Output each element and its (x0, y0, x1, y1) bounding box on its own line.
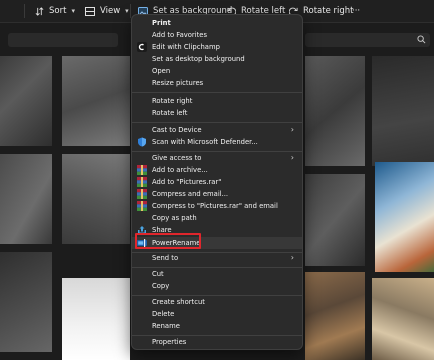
menu-separator (132, 122, 302, 123)
menu-item-rotate-right[interactable]: Rotate right (132, 95, 302, 107)
thumbnail[interactable] (375, 162, 434, 272)
menu-item-delete[interactable]: Delete (132, 308, 302, 320)
search-icon (417, 35, 426, 44)
menu-item-label: Rotate right (152, 97, 193, 105)
search-box[interactable] (305, 33, 430, 47)
toolbar-divider (130, 4, 131, 18)
clipchamp-icon (137, 42, 147, 52)
thumbnail[interactable] (305, 174, 365, 266)
thumbnail[interactable] (0, 56, 52, 146)
winrar-icon (137, 189, 147, 199)
menu-item-edit-with-clipchamp[interactable]: Edit with Clipchamp (132, 41, 302, 53)
more-options-button[interactable]: ··· (352, 0, 360, 22)
thumbnail[interactable] (62, 56, 130, 146)
menu-item-label: Print (152, 19, 171, 27)
view-label: View (100, 6, 121, 16)
rotate-right-label: Rotate right (303, 6, 354, 16)
chevron-right-icon: › (290, 125, 294, 134)
menu-item-open[interactable]: Open (132, 65, 302, 77)
menu-item-label: Cast to Device (152, 126, 202, 134)
view-button[interactable]: View ▾ (85, 0, 129, 22)
thumbnail[interactable] (0, 154, 52, 244)
menu-item-add-to-pictures-rar[interactable]: Add to "Pictures.rar" (132, 176, 302, 188)
defender-shield-icon (138, 137, 146, 147)
menu-item-set-as-desktop-background[interactable]: Set as desktop background (132, 53, 302, 65)
menu-item-label: Copy (152, 282, 170, 290)
menu-item-print[interactable]: Print (132, 17, 302, 29)
view-icon (85, 6, 95, 16)
thumbnail[interactable] (62, 154, 130, 244)
menu-item-rename[interactable]: Rename (132, 320, 302, 332)
chevron-down-icon: ▾ (125, 7, 129, 15)
menu-item-label: Rename (152, 322, 180, 330)
menu-item-label: Open (152, 67, 171, 75)
menu-item-label: Set as desktop background (152, 55, 245, 63)
menu-item-compress-and-email[interactable]: Compress and email... (132, 188, 302, 200)
menu-item-label: Cut (152, 270, 164, 278)
thumbnail[interactable] (372, 56, 434, 166)
menu-item-add-to-archive[interactable]: Add to archive... (132, 164, 302, 176)
winrar-icon (137, 177, 147, 187)
menu-item-label: Give access to (152, 154, 202, 162)
thumbnail[interactable] (305, 272, 365, 360)
menu-item-copy-as-path[interactable]: Copy as path (132, 212, 302, 224)
menu-item-label: Edit with Clipchamp (152, 43, 220, 51)
menu-item-resize-pictures[interactable]: Resize pictures (132, 77, 302, 89)
toolbar-divider (24, 4, 25, 18)
chevron-right-icon: › (290, 253, 294, 262)
menu-item-label: Copy as path (152, 214, 197, 222)
menu-item-copy[interactable]: Copy (132, 280, 302, 292)
menu-item-scan-with-defender[interactable]: Scan with Microsoft Defender... (132, 136, 302, 148)
thumbnail[interactable] (372, 278, 434, 360)
menu-item-label: Send to (152, 254, 179, 262)
menu-item-label: Compress to "Pictures.rar" and email (152, 202, 278, 210)
sort-icon (35, 6, 44, 16)
chevron-right-icon: › (290, 153, 294, 162)
menu-item-rotate-left[interactable]: Rotate left (132, 107, 302, 119)
menu-item-compress-to-rar-and-email[interactable]: Compress to "Pictures.rar" and email (132, 200, 302, 212)
menu-item-label: Compress and email... (152, 190, 229, 198)
menu-item-properties[interactable]: Properties (132, 336, 302, 348)
winrar-icon (137, 201, 147, 211)
menu-item-label: Create shortcut (152, 298, 205, 306)
menu-item-create-shortcut[interactable]: Create shortcut (132, 296, 302, 308)
thumbnail[interactable] (305, 56, 365, 166)
menu-item-label: Rotate left (152, 109, 188, 117)
more-options-label: ··· (352, 6, 361, 16)
menu-item-send-to[interactable]: Send to › (132, 252, 302, 264)
context-menu: Print Add to Favorites Edit with Clipcha… (131, 14, 303, 350)
menu-item-label: Add to Favorites (152, 31, 208, 39)
menu-item-add-to-favorites[interactable]: Add to Favorites (132, 29, 302, 41)
menu-separator (132, 92, 302, 93)
thumbnail[interactable] (62, 278, 130, 360)
menu-item-give-access-to[interactable]: Give access to › (132, 152, 302, 164)
address-bar[interactable] (8, 33, 118, 47)
menu-item-cut[interactable]: Cut (132, 268, 302, 280)
thumbnail[interactable] (0, 252, 52, 352)
winrar-icon (137, 165, 147, 175)
menu-item-label: Add to "Pictures.rar" (152, 178, 222, 186)
menu-item-label: Scan with Microsoft Defender... (152, 138, 258, 146)
sort-button[interactable]: Sort ▾ (35, 0, 75, 22)
chevron-down-icon: ▾ (71, 7, 75, 15)
menu-item-label: Resize pictures (152, 79, 204, 87)
menu-item-label: Delete (152, 310, 175, 318)
menu-item-cast-to-device[interactable]: Cast to Device › (132, 124, 302, 136)
powerrename-highlight-box (135, 233, 201, 249)
menu-item-label: Add to archive... (152, 166, 208, 174)
menu-item-label: Properties (152, 338, 187, 346)
sort-label: Sort (49, 6, 67, 16)
